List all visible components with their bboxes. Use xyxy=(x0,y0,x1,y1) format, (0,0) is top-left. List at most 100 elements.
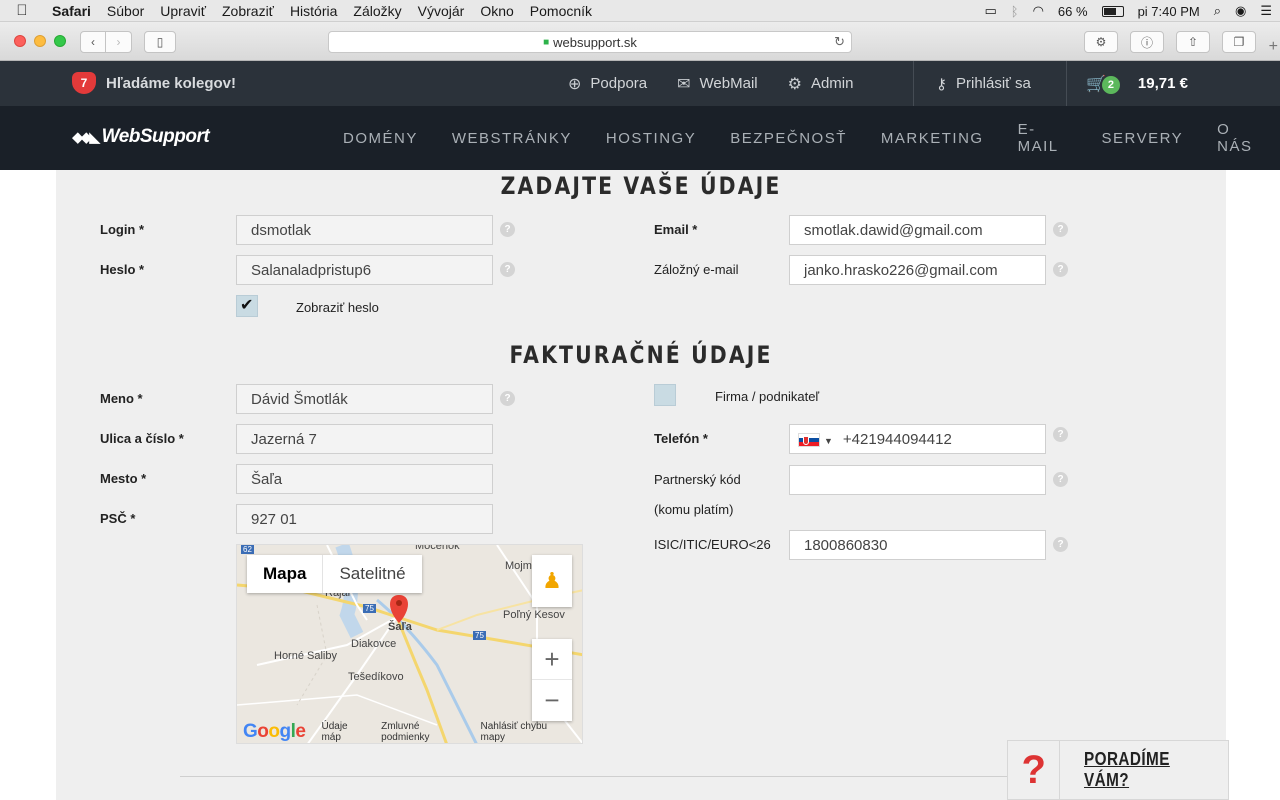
company-label: Firma / podnikateľ xyxy=(715,389,820,404)
nav-item-email[interactable]: E-MAIL xyxy=(1001,121,1085,155)
city-input[interactable]: Šaľa xyxy=(236,464,493,494)
battery-icon[interactable] xyxy=(1101,5,1124,17)
password-input[interactable]: Salanaladpristup6 xyxy=(236,255,493,285)
map-zoom-controls: + − xyxy=(532,639,572,721)
cart-price: 19,71 € xyxy=(1137,75,1188,92)
menu-pomocnik[interactable]: Pomocník xyxy=(522,3,600,19)
wifi-icon[interactable]: ◠ xyxy=(1033,3,1044,19)
account-heading: ZADAJTE VAŠE ÚDAJE xyxy=(500,172,782,200)
slovakia-flag-icon[interactable] xyxy=(798,433,820,448)
street-view-pegman-icon[interactable]: ♟ xyxy=(532,555,572,607)
map-report-error-link[interactable]: Nahlásiť chybu mapy xyxy=(481,721,572,743)
map-tab-satelitne[interactable]: Satelitné xyxy=(323,555,421,593)
isic-help-icon[interactable]: ? xyxy=(1053,537,1068,552)
login-link[interactable]: ⚷ Prihlásiť sa xyxy=(936,61,1031,106)
login-input[interactable]: dsmotlak xyxy=(236,215,493,245)
road-shield-75: 75 xyxy=(363,604,376,613)
email-help-icon[interactable]: ? xyxy=(1053,222,1068,237)
battery-percent[interactable]: 66 % xyxy=(1058,4,1088,19)
name-help-icon[interactable]: ? xyxy=(500,391,515,406)
lock-icon: ■ xyxy=(543,36,550,48)
nav-item-servery[interactable]: SERVERY xyxy=(1085,130,1201,147)
login-help-icon[interactable]: ? xyxy=(500,222,515,237)
menu-subor[interactable]: Súbor xyxy=(99,3,152,19)
partner-code-input[interactable] xyxy=(789,465,1046,495)
map-tab-mapa[interactable]: Mapa xyxy=(247,555,324,593)
backup-email-input[interactable]: janko.hrasko226@gmail.com xyxy=(789,255,1046,285)
zoom-out-button[interactable]: − xyxy=(532,680,572,721)
backup-email-help-icon[interactable]: ? xyxy=(1053,262,1068,277)
close-window-button[interactable] xyxy=(14,35,26,47)
admin-link[interactable]: ⚙ Admin xyxy=(788,74,854,94)
show-password-checkbox[interactable] xyxy=(236,295,258,317)
phone-input[interactable]: ▼ +421944094412 xyxy=(789,424,1046,454)
name-input[interactable]: Dávid Šmotlák xyxy=(236,384,493,414)
site-topbar: 7 Hľadáme kolegov! ⊕ Podpora ✉ WebMail ⚙… xyxy=(0,61,1280,106)
menu-app-safari[interactable]: Safari xyxy=(44,3,99,19)
forward-button[interactable]: › xyxy=(106,31,132,53)
nav-item-hostingy[interactable]: HOSTINGY xyxy=(589,130,713,147)
info-button[interactable]: ⓘ xyxy=(1130,31,1164,53)
minimize-window-button[interactable] xyxy=(34,35,46,47)
zoom-in-button[interactable]: + xyxy=(532,639,572,680)
logo-mark-icon: ◆◆◣ xyxy=(72,129,101,146)
map-data-link[interactable]: Údaje máp xyxy=(321,721,368,743)
settings-gear-button[interactable]: ⚙ xyxy=(1084,31,1118,53)
street-input[interactable]: Jazerná 7 xyxy=(236,424,493,454)
nav-item-o-nas[interactable]: O NÁS xyxy=(1200,121,1280,155)
websupport-logo[interactable]: ◆◆◣ WebSupport xyxy=(72,126,210,148)
menu-okno[interactable]: Okno xyxy=(472,3,521,19)
menu-zalozky[interactable]: Záložky xyxy=(345,3,409,19)
menu-vyvojar[interactable]: Vývojár xyxy=(410,3,473,19)
admin-label: Admin xyxy=(810,75,854,92)
road-shield-62: 62 xyxy=(241,545,254,554)
company-checkbox[interactable] xyxy=(654,384,676,406)
city-field-label: Mesto * xyxy=(100,471,147,486)
google-logo[interactable]: Google xyxy=(243,721,306,743)
cart-link[interactable]: 🛒 2 19,71 € xyxy=(1086,61,1188,106)
notification-center-icon[interactable]: ☰ xyxy=(1260,3,1272,19)
nav-item-bezpecnost[interactable]: BEZPEČNOSŤ xyxy=(713,130,864,147)
siri-icon[interactable]: ◉ xyxy=(1235,3,1246,19)
google-map[interactable]: Močenok Mojm Poľný Kesov Šaľa Diakovce H… xyxy=(236,544,583,744)
support-link[interactable]: ⊕ Podpora xyxy=(568,74,647,94)
menu-upravit[interactable]: Upraviť xyxy=(152,3,214,19)
phone-help-icon[interactable]: ? xyxy=(1053,427,1068,442)
advice-widget[interactable]: ? PORADÍME VÁM? xyxy=(1007,740,1229,800)
window-controls xyxy=(14,35,66,47)
nav-item-marketing[interactable]: MARKETING xyxy=(864,130,1001,147)
reload-icon[interactable]: ↻ xyxy=(834,34,845,50)
tabs-overview-button[interactable]: ❐ xyxy=(1222,31,1256,53)
airplay-icon[interactable]: ▭ xyxy=(984,3,996,19)
heart-badge-icon: 7 xyxy=(72,72,96,94)
address-bar[interactable]: ■ websupport.sk ↻ xyxy=(328,31,852,53)
envelope-icon: ✉ xyxy=(677,75,691,93)
email-input[interactable]: smotlak.dawid@gmail.com xyxy=(789,215,1046,245)
partner-code-sublabel: (komu platím) xyxy=(654,502,734,517)
country-dropdown-icon[interactable]: ▼ xyxy=(824,436,833,446)
isic-input[interactable]: 1800860830 xyxy=(789,530,1046,560)
sidebar-toggle-button[interactable]: ▯ xyxy=(144,31,176,53)
map-terms-link[interactable]: Zmluvné podmienky xyxy=(381,721,467,743)
menu-zobrazit[interactable]: Zobraziť xyxy=(214,3,282,19)
apple-menu-icon[interactable]:  xyxy=(0,2,44,19)
new-tab-icon[interactable]: + xyxy=(1269,38,1278,56)
menubar-clock[interactable]: pi 7:40 PM xyxy=(1138,4,1200,19)
back-button[interactable]: ‹ xyxy=(80,31,106,53)
zoom-window-button[interactable] xyxy=(54,35,66,47)
menu-historia[interactable]: História xyxy=(282,3,345,19)
map-label-horne-saliby: Horné Saliby xyxy=(274,650,337,662)
form-divider xyxy=(180,776,1080,777)
password-help-icon[interactable]: ? xyxy=(500,262,515,277)
webmail-link[interactable]: ✉ WebMail xyxy=(677,74,757,94)
zip-input[interactable]: 927 01 xyxy=(236,504,493,534)
bluetooth-icon[interactable]: ᛒ xyxy=(1011,4,1019,19)
nav-item-webstranky[interactable]: WEBSTRÁNKY xyxy=(435,130,589,147)
safari-toolbar: ‹ › ▯ ■ websupport.sk ↻ ⚙ ⓘ ⇧ ❐ + xyxy=(0,22,1280,61)
share-button[interactable]: ⇧ xyxy=(1176,31,1210,53)
nav-menu: DOMÉNY WEBSTRÁNKY HOSTINGY BEZPEČNOSŤ MA… xyxy=(326,106,1280,170)
partner-code-help-icon[interactable]: ? xyxy=(1053,472,1068,487)
spotlight-search-icon[interactable]: ⌕ xyxy=(1214,3,1221,19)
hiring-link[interactable]: 7 Hľadáme kolegov! xyxy=(72,72,236,94)
nav-item-domeny[interactable]: DOMÉNY xyxy=(326,130,435,147)
